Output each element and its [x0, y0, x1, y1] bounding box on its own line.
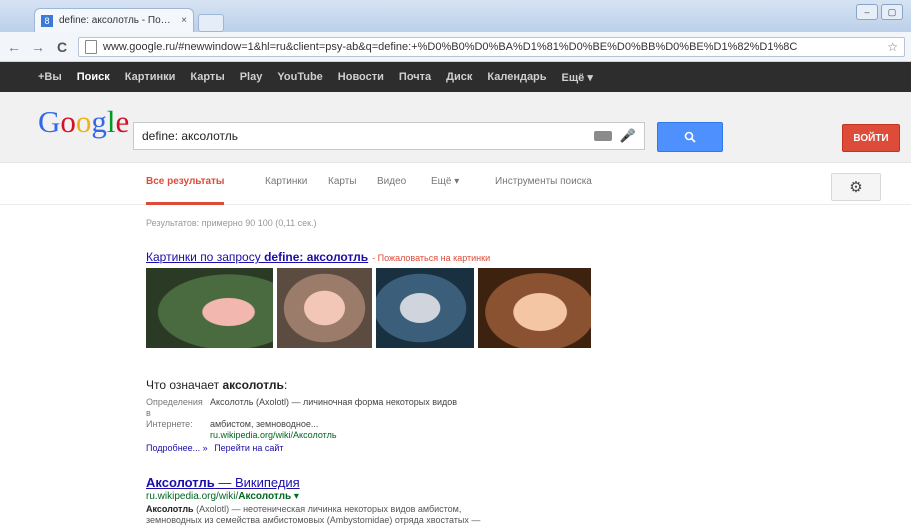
more-link[interactable]: Подробнее... »	[146, 443, 208, 453]
gbar-item-play[interactable]: Play	[240, 71, 263, 83]
report-images-link[interactable]: - Пожаловаться на картинки	[372, 253, 490, 263]
maximize-button[interactable]: ▢	[881, 4, 903, 20]
images-query: define: аксолотль	[264, 250, 369, 264]
gbar-item-mail[interactable]: Почта	[399, 71, 431, 83]
page-icon	[85, 39, 97, 54]
definition-text: амбистом, земноводное...	[210, 419, 319, 429]
result-stats: Результатов: примерно 90 100 (0,11 сек.)	[146, 218, 317, 228]
gbar-item-youtube[interactable]: YouTube	[277, 71, 322, 83]
minimize-button[interactable]: –	[856, 4, 878, 20]
back-arrow-icon[interactable]: ←	[6, 39, 22, 55]
address-bar[interactable]: www.google.ru/#newwindow=1&hl=ru&client=…	[78, 36, 905, 57]
definition-prefix: Что означает	[146, 378, 223, 392]
image-thumbnails	[146, 268, 591, 348]
gear-icon: ⚙	[849, 179, 863, 196]
google-favicon-icon: 8	[41, 14, 53, 27]
settings-gear-button[interactable]: ⚙	[831, 173, 881, 201]
result-url-plain: ru.wikipedia.org/wiki/	[146, 491, 239, 502]
url-text: www.google.ru/#newwindow=1&hl=ru&client=…	[103, 40, 798, 53]
logo-letter: l	[106, 104, 116, 139]
gbar-item-calendar[interactable]: Календарь	[487, 71, 546, 83]
logo-letter: G	[38, 104, 61, 139]
definition-spacer	[146, 430, 204, 441]
tab-all-results[interactable]: Все результаты	[146, 176, 225, 205]
definition-source-url: ru.wikipedia.org/wiki/Аксолотль	[210, 430, 337, 440]
browser-titlebar: 8 define: аксолотль - Поиск в × – ▢	[0, 0, 911, 33]
tab-maps[interactable]: Карты	[328, 176, 357, 187]
definition-source-label: Определения в	[146, 397, 203, 418]
gbar-item-maps[interactable]: Карты	[190, 71, 224, 83]
logo-letter: o	[75, 104, 92, 139]
definition-links: Подробнее... » Перейти на сайт	[146, 443, 288, 453]
definition-block: Определения в Аксолотль (Axolotl) — личи…	[146, 397, 457, 441]
microphone-icon[interactable]: 🎤	[620, 128, 636, 144]
go-to-site-link[interactable]: Перейти на сайт	[214, 443, 283, 453]
definition-suffix: :	[283, 378, 288, 392]
gbar-item-images[interactable]: Картинки	[125, 71, 176, 83]
result-title-rest: — Википедия	[214, 475, 300, 490]
search-input[interactable]: define: аксолотль 🎤	[133, 122, 645, 150]
logo-letter: g	[91, 104, 107, 139]
result-url-dropdown-icon[interactable]: ▾	[291, 491, 299, 502]
definition-source-label: Интернете:	[146, 419, 193, 429]
images-prefix: Картинки по запросу	[146, 250, 265, 264]
gbar-item-news[interactable]: Новости	[338, 71, 384, 83]
search-query-text: define: аксолотль	[142, 129, 238, 143]
result-title-bold: Аксолотль	[146, 475, 215, 490]
gbar-item-drive[interactable]: Диск	[446, 71, 472, 83]
snippet-line: (Axolotl) — неотеническая личинка некото…	[193, 504, 462, 514]
result-url: ru.wikipedia.org/wiki/Аксолотль ▾	[146, 491, 299, 502]
forward-arrow-icon[interactable]: →	[30, 39, 46, 55]
reload-icon[interactable]: C	[54, 39, 70, 55]
result-snippet: Аксолотль (Axolotl) — неотеническая личи…	[146, 504, 626, 526]
definition-heading: Что означает аксолотль:	[146, 378, 287, 392]
magnifier-icon	[684, 131, 696, 143]
search-header: Google define: аксолотль 🎤 ВОЙТИ	[0, 92, 911, 163]
google-logo[interactable]: Google	[38, 104, 129, 140]
search-button[interactable]	[657, 122, 723, 152]
axolotl-thumbnail[interactable]	[478, 268, 591, 348]
definition-text: Аксолотль (Axolotl) — личиночная форма н…	[210, 397, 458, 407]
tab-images[interactable]: Картинки	[265, 176, 307, 187]
snippet-bold: Аксолотль	[146, 504, 194, 514]
gbar-item-search[interactable]: Поиск	[77, 71, 110, 83]
result-tabs: Все результаты Картинки Карты Видео Ещё …	[0, 162, 911, 205]
tab-search-tools[interactable]: Инструменты поиска	[495, 176, 592, 187]
axolotl-thumbnail[interactable]	[146, 268, 273, 348]
tab-title: define: аксолотль - Поиск в	[59, 15, 176, 26]
bookmark-star-icon[interactable]: ☆	[887, 40, 898, 54]
browser-tab[interactable]: 8 define: аксолотль - Поиск в ×	[34, 8, 194, 32]
tab-video[interactable]: Видео	[377, 176, 406, 187]
keyboard-icon[interactable]	[593, 131, 612, 141]
new-tab-button[interactable]	[198, 14, 224, 32]
gbar-item-plus-you[interactable]: +Вы	[38, 71, 62, 83]
tab-close-icon[interactable]: ×	[181, 15, 187, 26]
definition-word: аксолотль	[222, 378, 284, 392]
sign-in-button[interactable]: ВОЙТИ	[842, 124, 900, 152]
snippet-line: земноводных из семейства амбистомовых (A…	[146, 515, 481, 525]
browser-toolbar: ← → C www.google.ru/#newwindow=1&hl=ru&c…	[0, 32, 911, 62]
logo-letter: o	[60, 104, 76, 139]
logo-letter: e	[115, 104, 130, 139]
axolotl-thumbnail[interactable]	[277, 268, 372, 348]
gbar-item-more[interactable]: Ещё ▾	[562, 71, 593, 84]
tab-more[interactable]: Ещё ▾	[431, 176, 459, 187]
axolotl-thumbnail[interactable]	[376, 268, 474, 348]
result-title-link[interactable]: Аксолотль — Википедия	[146, 475, 300, 490]
result-url-bold: Аксолотль	[238, 491, 292, 502]
images-for-query-link[interactable]: Картинки по запросу define: аксолотль - П…	[146, 250, 490, 264]
window-controls: – ▢	[856, 4, 903, 20]
google-nav-bar: +Вы Поиск Картинки Карты Play YouTube Но…	[0, 62, 911, 92]
